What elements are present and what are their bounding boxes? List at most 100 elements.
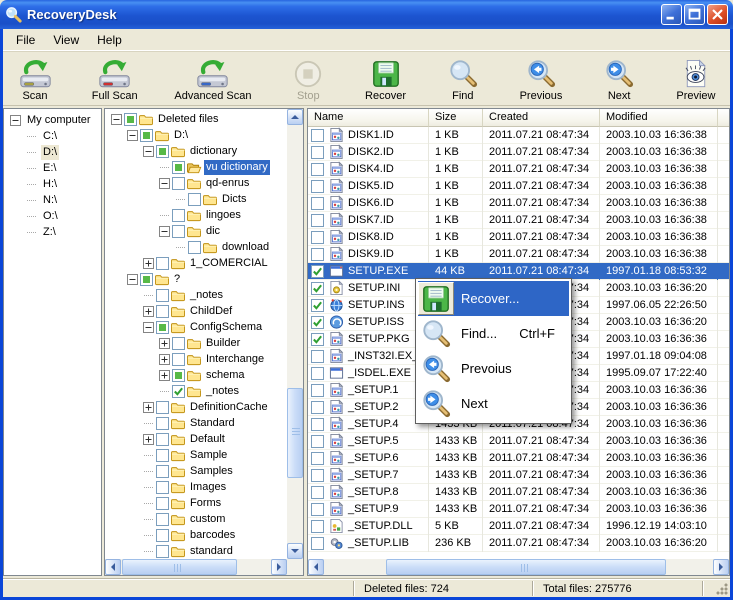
file-row-disk9-id[interactable]: DISK9.ID1 KB2011.07.21 08:47:342003.10.0… xyxy=(308,246,729,263)
folder-checkbox[interactable] xyxy=(172,225,185,238)
toolbar-button-full-scan[interactable]: Full Scan xyxy=(92,56,138,102)
folder-checkbox[interactable] xyxy=(172,369,185,382)
file-checkbox[interactable] xyxy=(311,401,324,414)
folder-checkbox[interactable] xyxy=(156,417,169,430)
drive-item-n[interactable]: N:\ xyxy=(4,192,101,208)
folder-item-notes[interactable]: _notes xyxy=(105,287,287,303)
maximize-button[interactable] xyxy=(684,4,705,25)
folder-checkbox[interactable] xyxy=(140,129,153,142)
file-checkbox[interactable] xyxy=(311,231,324,244)
scroll-left-button[interactable] xyxy=(105,559,121,575)
folder-item-dicts[interactable]: Dicts xyxy=(105,191,287,207)
menu-file[interactable]: File xyxy=(7,30,44,50)
folder-checkbox[interactable] xyxy=(156,513,169,526)
file-checkbox[interactable] xyxy=(311,214,324,227)
toolbar-button-previous[interactable]: Previous xyxy=(520,56,563,102)
file-row-setup-lib[interactable]: _SETUP.LIB236 KB2011.07.21 08:47:342003.… xyxy=(308,535,729,552)
toolbar-button-next[interactable]: Next xyxy=(599,56,639,102)
file-checkbox[interactable] xyxy=(311,163,324,176)
folder-item-barcodes[interactable]: barcodes xyxy=(105,527,287,543)
toolbar-button-recover[interactable]: Recover xyxy=(365,56,406,102)
column-header-created[interactable]: Created xyxy=(483,109,600,127)
folder-item-deleted-files[interactable]: Deleted files xyxy=(105,111,287,127)
menu-help[interactable]: Help xyxy=(88,30,131,50)
file-checkbox[interactable] xyxy=(311,197,324,210)
folder-item-notes[interactable]: _notes xyxy=(105,383,287,399)
file-checkbox[interactable] xyxy=(311,384,324,397)
file-checkbox[interactable] xyxy=(311,503,324,516)
folder-item-sample[interactable]: Sample xyxy=(105,447,287,463)
folder-checkbox[interactable] xyxy=(188,193,201,206)
column-header-spacer[interactable] xyxy=(718,109,729,127)
folder-checkbox[interactable] xyxy=(172,177,185,190)
folder-checkbox[interactable] xyxy=(172,385,185,398)
folder-item-builder[interactable]: Builder xyxy=(105,335,287,351)
folder-item-d[interactable]: D:\ xyxy=(105,127,287,143)
folder-item-vu-dictionary[interactable]: vu dictionary xyxy=(105,159,287,175)
file-row-disk1-id[interactable]: DISK1.ID1 KB2011.07.21 08:47:342003.10.0… xyxy=(308,127,729,144)
folder-item-dic[interactable]: dic xyxy=(105,223,287,239)
folder-checkbox[interactable] xyxy=(156,257,169,270)
file-checkbox[interactable] xyxy=(311,435,324,448)
folder-item-interchange[interactable]: Interchange xyxy=(105,351,287,367)
file-checkbox[interactable] xyxy=(311,537,324,550)
scrollbar-thumb[interactable] xyxy=(287,388,303,478)
scroll-right-button[interactable] xyxy=(713,559,729,575)
file-row-disk4-id[interactable]: DISK4.ID1 KB2011.07.21 08:47:342003.10.0… xyxy=(308,161,729,178)
folder-item-definitioncache[interactable]: DefinitionCache xyxy=(105,399,287,415)
folder-checkbox[interactable] xyxy=(156,289,169,302)
resize-grip[interactable] xyxy=(716,583,728,595)
file-row-disk6-id[interactable]: DISK6.ID1 KB2011.07.21 08:47:342003.10.0… xyxy=(308,195,729,212)
folder-item-default[interactable]: Default xyxy=(105,431,287,447)
drive-item-d[interactable]: D:\ xyxy=(4,144,101,160)
scrollbar-thumb[interactable] xyxy=(386,559,666,575)
context-menu-item-next[interactable]: Next xyxy=(418,386,569,421)
files-horizontal-scrollbar[interactable] xyxy=(308,559,729,575)
folder-checkbox[interactable] xyxy=(172,209,185,222)
folder-item-configschema[interactable]: ConfigSchema xyxy=(105,319,287,335)
column-header-size[interactable]: Size xyxy=(429,109,483,127)
folder-checkbox[interactable] xyxy=(172,337,185,350)
file-checkbox[interactable] xyxy=(311,418,324,431)
folder-item-standard[interactable]: standard xyxy=(105,543,287,559)
folder-item-samples[interactable]: Samples xyxy=(105,463,287,479)
folder-checkbox[interactable] xyxy=(124,113,137,126)
file-checkbox[interactable] xyxy=(311,282,324,295)
file-row-setup-dll[interactable]: _SETUP.DLL5 KB2011.07.21 08:47:341996.12… xyxy=(308,518,729,535)
folder-item-qd-enrus[interactable]: qd-enrus xyxy=(105,175,287,191)
folder-item-standard[interactable]: Standard xyxy=(105,415,287,431)
file-checkbox[interactable] xyxy=(311,367,324,380)
folder-item-images[interactable]: Images xyxy=(105,479,287,495)
folder-checkbox[interactable] xyxy=(156,321,169,334)
folder-item-schema[interactable]: schema xyxy=(105,367,287,383)
folder-checkbox[interactable] xyxy=(156,497,169,510)
file-checkbox[interactable] xyxy=(311,316,324,329)
file-row-disk2-id[interactable]: DISK2.ID1 KB2011.07.21 08:47:342003.10.0… xyxy=(308,144,729,161)
tree-item-my-computer[interactable]: My computer xyxy=(4,112,101,128)
scroll-right-button[interactable] xyxy=(271,559,287,575)
file-checkbox[interactable] xyxy=(311,299,324,312)
folder-checkbox[interactable] xyxy=(172,161,185,174)
folder-item-custom[interactable]: custom xyxy=(105,511,287,527)
scroll-left-button[interactable] xyxy=(308,559,324,575)
file-checkbox[interactable] xyxy=(311,129,324,142)
toolbar-button-find[interactable]: Find xyxy=(443,56,483,102)
file-checkbox[interactable] xyxy=(311,333,324,346)
folder-checkbox[interactable] xyxy=(156,545,169,558)
folder-item-dictionary[interactable]: dictionary xyxy=(105,143,287,159)
scrollbar-thumb[interactable] xyxy=(122,559,237,575)
file-checkbox[interactable] xyxy=(311,180,324,193)
file-row-setup-7[interactable]: _SETUP.71433 KB2011.07.21 08:47:342003.1… xyxy=(308,467,729,484)
file-checkbox[interactable] xyxy=(311,469,324,482)
drive-item-c[interactable]: C:\ xyxy=(4,128,101,144)
toolbar-button-advanced-scan[interactable]: Advanced Scan xyxy=(174,56,251,102)
scroll-up-button[interactable] xyxy=(287,109,303,125)
file-row-setup-9[interactable]: _SETUP.91433 KB2011.07.21 08:47:342003.1… xyxy=(308,501,729,518)
menu-view[interactable]: View xyxy=(44,30,88,50)
drive-item-h[interactable]: H:\ xyxy=(4,176,101,192)
file-checkbox[interactable] xyxy=(311,520,324,533)
folder-item-childdef[interactable]: ChildDef xyxy=(105,303,287,319)
toolbar-button-scan[interactable]: Scan xyxy=(15,56,55,102)
folder-checkbox[interactable] xyxy=(172,353,185,366)
toolbar-button-preview[interactable]: Preview xyxy=(676,56,716,102)
